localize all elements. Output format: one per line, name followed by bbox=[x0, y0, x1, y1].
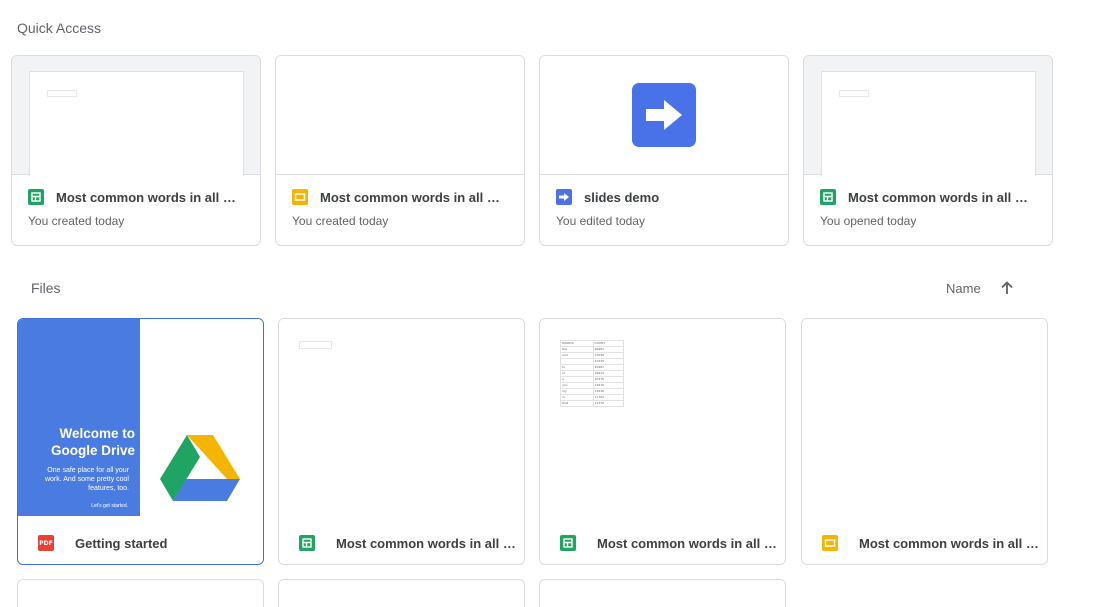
slides-arrow-icon bbox=[632, 83, 696, 147]
slides-icon bbox=[292, 189, 308, 205]
pdf-icon: PDF bbox=[38, 535, 54, 551]
slides-icon bbox=[822, 535, 838, 551]
file-card[interactable] bbox=[278, 579, 525, 607]
sort-by-name-button[interactable]: Name bbox=[946, 277, 981, 300]
card-title: Most common words in all of ... bbox=[56, 189, 241, 205]
welcome-footer: Let's get started. bbox=[91, 503, 128, 509]
arrow-up-icon bbox=[1001, 281, 1013, 294]
preview-row: that 11370 bbox=[560, 400, 624, 407]
file-name: Getting started bbox=[75, 535, 168, 551]
quick-access-card[interactable]: Most common words in all of ... You crea… bbox=[11, 55, 261, 246]
quick-access-card[interactable]: Most common words in all of ... You open… bbox=[803, 55, 1053, 246]
spreadsheet-preview: WORDS COUNT the 26981 and 27639 21539 to 20987 of… bbox=[560, 340, 624, 407]
card-thumbnail bbox=[12, 56, 260, 176]
file-card[interactable]: WORDS COUNT the 26981 and 27639 21539 to 20987 of… bbox=[539, 318, 786, 565]
quick-access-title: Quick Access bbox=[17, 20, 102, 36]
file-name: Most common words in all o... bbox=[597, 535, 777, 551]
card-title: Most common words in all of ... bbox=[320, 189, 505, 205]
sheets-icon bbox=[299, 535, 315, 551]
sheets-icon bbox=[28, 189, 44, 205]
quick-access-card[interactable]: Most common words in all of ... You crea… bbox=[275, 55, 525, 246]
card-thumbnail bbox=[802, 319, 1047, 521]
card-thumbnail bbox=[804, 56, 1052, 176]
card-thumbnail: WORDS COUNT the 26981 and 27639 21539 to 20987 of… bbox=[540, 319, 785, 521]
sheets-icon bbox=[560, 535, 576, 551]
card-activity: You created today bbox=[292, 214, 389, 228]
document-preview bbox=[299, 341, 332, 349]
sort-direction-button[interactable] bbox=[995, 276, 1019, 300]
sheets-icon bbox=[820, 189, 836, 205]
files-title: Files bbox=[31, 280, 61, 296]
card-activity: You created today bbox=[28, 214, 125, 228]
card-thumbnail bbox=[540, 56, 788, 175]
document-preview bbox=[821, 71, 1036, 176]
slides-arrow-icon bbox=[556, 189, 572, 205]
welcome-body: One safe place for all your work. And so… bbox=[44, 467, 129, 492]
card-activity: You opened today bbox=[820, 214, 917, 228]
file-card[interactable] bbox=[539, 579, 786, 607]
sort-control: Name bbox=[946, 276, 1019, 300]
preview-cell: that bbox=[560, 400, 594, 407]
file-card-getting-started[interactable]: Welcome to Google Drive One safe place f… bbox=[17, 318, 264, 565]
file-card[interactable]: Most common words in all o... bbox=[278, 318, 525, 565]
file-name: Most common words in all o... bbox=[859, 535, 1039, 551]
document-preview bbox=[29, 71, 244, 176]
card-thumbnail bbox=[276, 56, 524, 175]
welcome-heading: Welcome to Google Drive bbox=[50, 426, 135, 458]
file-card[interactable]: Most common words in all o... bbox=[801, 318, 1048, 565]
quick-access-card[interactable]: slides demo You edited today bbox=[539, 55, 789, 246]
card-activity: You edited today bbox=[556, 214, 645, 228]
file-card[interactable] bbox=[17, 579, 264, 607]
card-thumbnail bbox=[279, 319, 524, 521]
card-thumbnail: Welcome to Google Drive One safe place f… bbox=[18, 319, 263, 521]
preview-cell: 11370 bbox=[592, 400, 624, 407]
file-name: Most common words in all o... bbox=[336, 535, 516, 551]
card-title: slides demo bbox=[584, 189, 660, 205]
google-drive-logo-icon bbox=[160, 435, 240, 501]
card-title: Most common words in all of ... bbox=[848, 189, 1033, 205]
